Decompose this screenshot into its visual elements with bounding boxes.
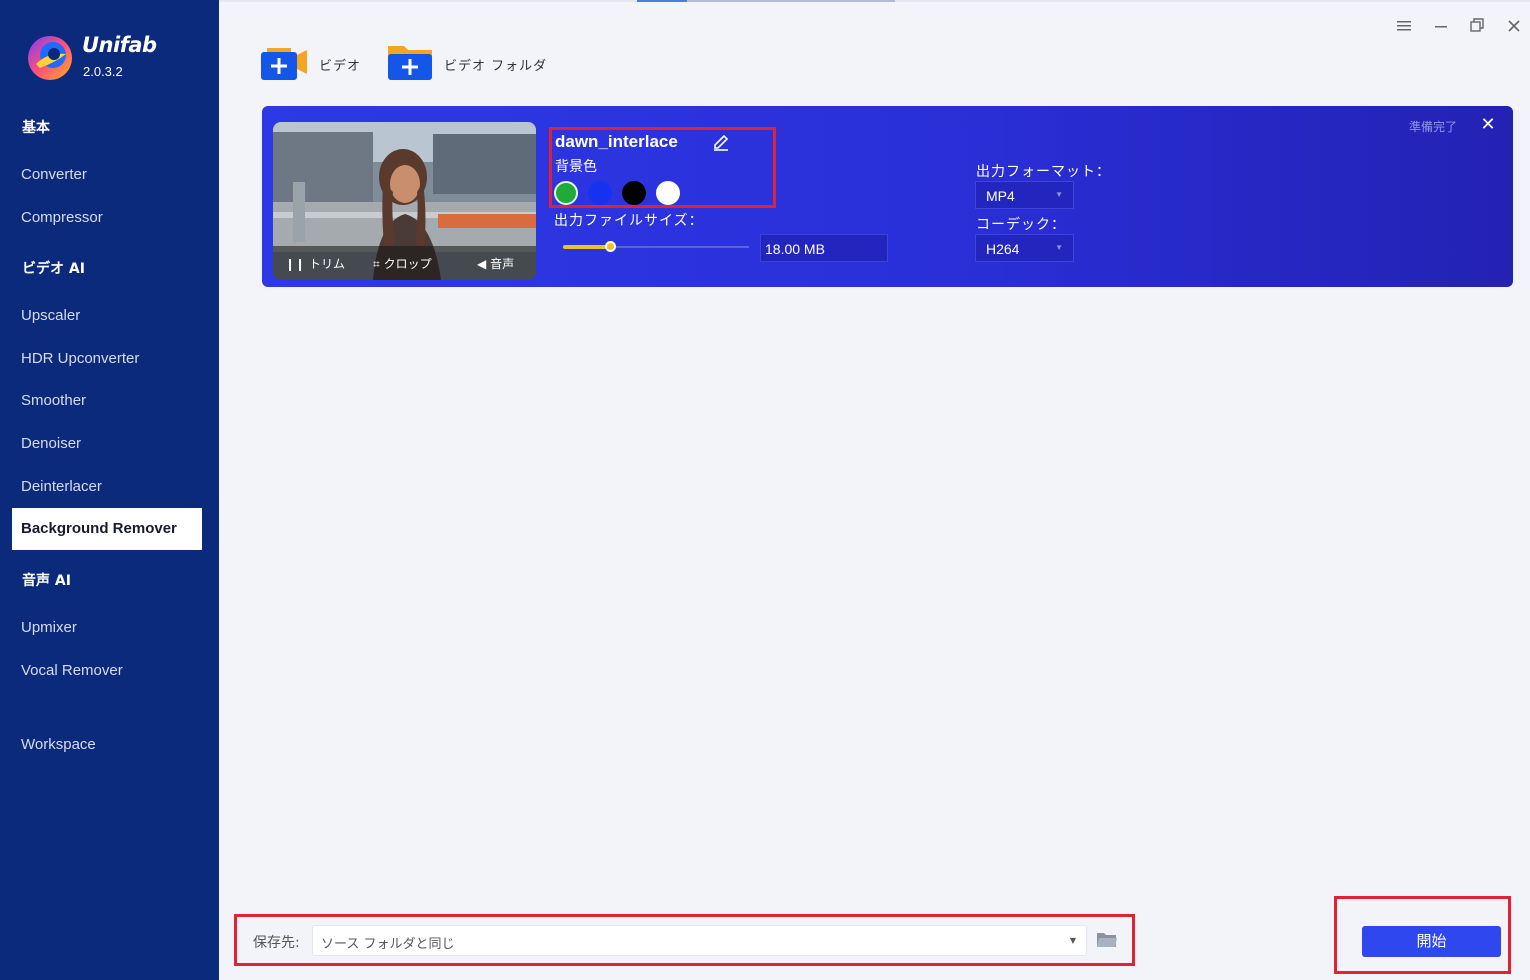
app-name: Unifab: [82, 33, 157, 57]
section-basic: 基本: [22, 120, 50, 136]
section-audio-ai: 音声 AI: [22, 573, 71, 589]
highlight-box-start: 開始: [1334, 896, 1511, 974]
section-video-ai: ビデオ AI: [22, 261, 85, 277]
output-size-field[interactable]: 18.00 MB: [760, 234, 888, 262]
output-size-slider-fill: [563, 245, 610, 249]
trim-icon: ❙❙: [285, 257, 306, 271]
save-location-bar: 保存先: ソース フォルダと同じ ▼: [234, 914, 1135, 966]
open-folder-icon[interactable]: [1096, 930, 1118, 950]
top-progress-segment: [687, 0, 895, 2]
output-format-label: 出力フォーマット：: [976, 164, 1111, 180]
sidebar-item-smoother[interactable]: Smoother: [21, 392, 86, 409]
start-button[interactable]: 開始: [1362, 926, 1501, 957]
sidebar-item-compressor[interactable]: Compressor: [21, 209, 103, 226]
codec-label: コーデック：: [976, 217, 1066, 233]
save-location-value: ソース フォルダと同じ: [321, 937, 455, 952]
bg-color-blue[interactable]: [588, 181, 612, 205]
add-video-icon: [261, 48, 307, 80]
chevron-down-icon: ▼: [1055, 190, 1063, 199]
close-window-icon[interactable]: [1503, 16, 1525, 38]
sidebar-item-denoiser[interactable]: Denoiser: [21, 435, 81, 452]
file-name: dawn_interlace: [555, 132, 678, 151]
edit-icon[interactable]: [712, 134, 730, 152]
unifab-logo-icon: [28, 36, 72, 80]
file-card: ❙❙ トリム ⌗ クロップ ◀ 音声 dawn_interlace 背景色 出力…: [262, 106, 1513, 287]
bg-color-black[interactable]: [622, 181, 646, 205]
output-size-label: 出力ファイルサイズ：: [554, 213, 704, 229]
status-text: 準備完了: [1409, 120, 1458, 134]
chevron-down-icon: ▼: [1069, 936, 1076, 945]
sidebar-item-upscaler[interactable]: Upscaler: [21, 307, 80, 324]
bg-color-label: 背景色: [555, 159, 597, 175]
sidebar-item-deinterlacer[interactable]: Deinterlacer: [21, 478, 102, 495]
output-format-value: MP4: [986, 188, 1015, 204]
add-folder-icon: [388, 46, 432, 80]
codec-value: H264: [986, 241, 1020, 257]
chevron-down-icon: ▼: [1055, 243, 1063, 252]
thumbnail-toolbar: ❙❙ トリム ⌗ クロップ ◀ 音声: [273, 246, 536, 280]
add-video-button[interactable]: ビデオ: [261, 42, 371, 82]
speaker-icon: ◀: [477, 257, 487, 271]
sidebar-item-converter[interactable]: Converter: [21, 166, 87, 183]
sidebar-item-upmixer[interactable]: Upmixer: [21, 619, 77, 636]
add-video-label: ビデオ: [319, 59, 362, 74]
audio-label: 音声: [490, 257, 515, 271]
codec-select[interactable]: H264 ▼: [975, 234, 1074, 262]
crop-icon: ⌗: [373, 257, 380, 271]
bg-color-green[interactable]: [554, 181, 578, 205]
remove-file-close-icon[interactable]: ✕: [1478, 115, 1498, 135]
save-location-select[interactable]: ソース フォルダと同じ ▼: [312, 925, 1087, 956]
menu-icon[interactable]: [1393, 16, 1415, 38]
minimize-icon[interactable]: [1430, 16, 1452, 38]
sidebar: Unifab 2.0.3.2 基本 Converter Compressor ビ…: [0, 0, 219, 980]
sidebar-item-hdr-upconverter[interactable]: HDR Upconverter: [21, 350, 139, 367]
video-thumbnail[interactable]: ❙❙ トリム ⌗ クロップ ◀ 音声: [273, 122, 536, 280]
add-folder-label: ビデオ フォルダ: [444, 59, 548, 74]
bg-color-white[interactable]: [656, 181, 680, 205]
add-folder-button[interactable]: ビデオ フォルダ: [388, 42, 558, 82]
top-progress-line: [219, 0, 1530, 2]
app-version: 2.0.3.2: [83, 64, 123, 79]
crop-button[interactable]: ⌗ クロップ: [373, 255, 432, 272]
crop-label: クロップ: [383, 257, 432, 271]
sidebar-item-background-remover[interactable]: Background Remover: [8, 508, 202, 550]
output-size-slider-thumb[interactable]: [604, 241, 616, 252]
top-progress-active: [637, 0, 687, 2]
output-size-slider[interactable]: [563, 241, 749, 252]
restore-icon[interactable]: [1466, 16, 1488, 38]
sidebar-item-vocal-remover[interactable]: Vocal Remover: [21, 662, 123, 679]
sidebar-item-workspace[interactable]: Workspace: [21, 736, 96, 753]
save-location-label: 保存先:: [253, 935, 300, 951]
trim-label: トリム: [308, 257, 345, 271]
sidebar-item-label: Background Remover: [21, 520, 177, 537]
output-format-select[interactable]: MP4 ▼: [975, 181, 1074, 209]
trim-button[interactable]: ❙❙ トリム: [285, 255, 345, 272]
audio-button[interactable]: ◀ 音声: [477, 255, 514, 272]
